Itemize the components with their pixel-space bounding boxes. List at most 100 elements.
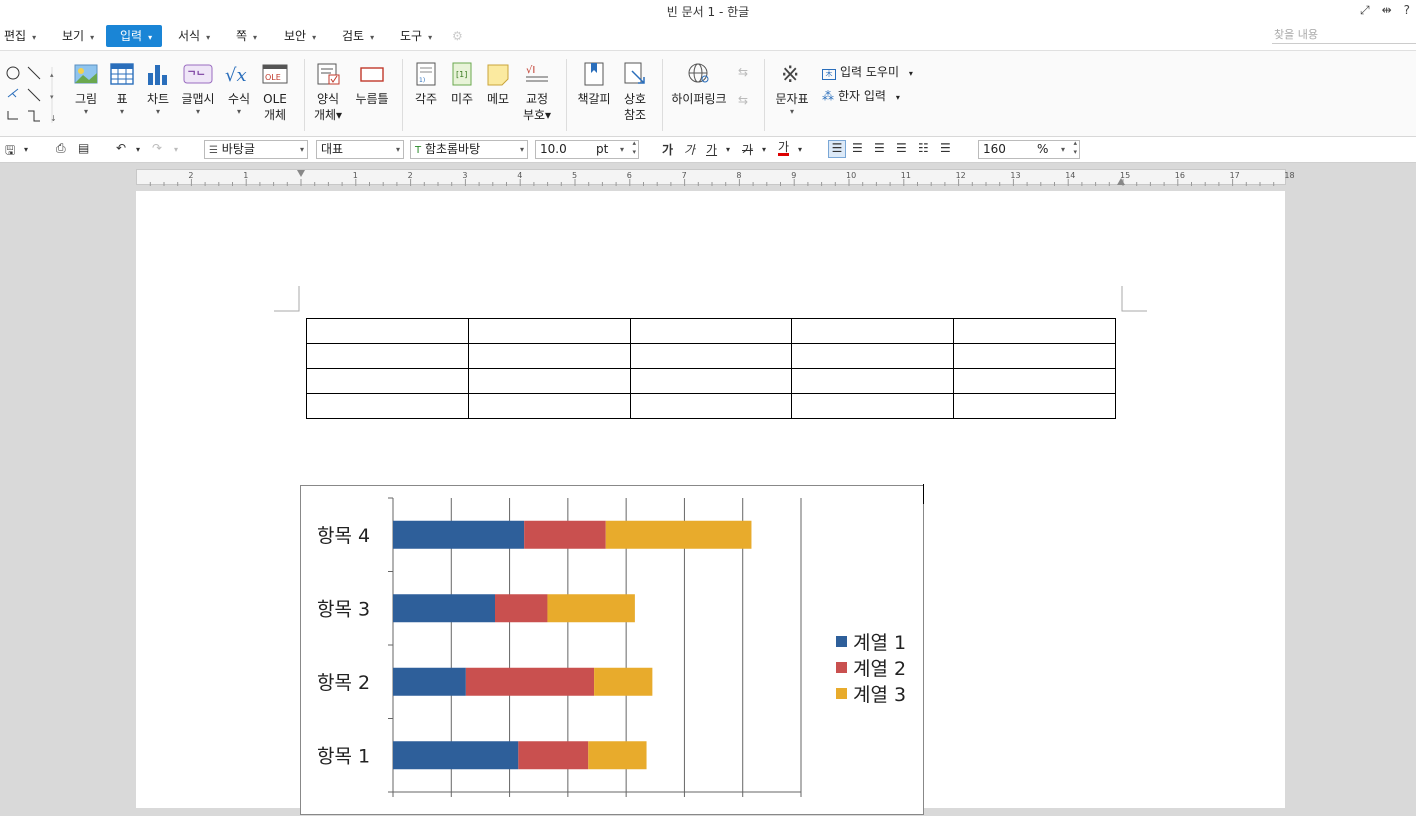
margin-corner-top-right — [1121, 286, 1147, 312]
font-color-icon[interactable]: 가 — [778, 141, 790, 156]
table-cell[interactable] — [629, 368, 793, 394]
underline-icon[interactable]: 가 — [706, 141, 717, 158]
style-select[interactable]: ☰ 바탕글 ▾ — [204, 140, 308, 159]
print-icon[interactable]: ⎙ — [56, 141, 66, 156]
menu-security[interactable]: 보안 ▾ — [280, 25, 320, 47]
resize-width-icon[interactable]: ⇹ — [1382, 3, 1392, 18]
input-helper-button[interactable]: 木 입력 도우미 ▾ — [822, 63, 913, 80]
table-cell[interactable] — [953, 318, 1116, 344]
align-center-icon[interactable]: ☰ — [874, 141, 885, 155]
insert-cross-reference-button[interactable]: 상호 참조 — [620, 61, 650, 123]
menu-review[interactable]: 검토 ▾ — [338, 25, 378, 47]
table-cell[interactable] — [791, 393, 955, 419]
footnote-icon: 1) — [416, 62, 436, 86]
shapes-gallery[interactable]: ▴ ▾ ↓ — [4, 63, 60, 127]
insert-proof-mark-button[interactable]: √I 교정 부호▾ — [520, 61, 554, 123]
document-page[interactable]: 항목 1 항목 2 항목 3 항목 4 계열 1 계열 2 계열 3 — [136, 191, 1285, 815]
redo-menu-chevron-icon[interactable]: ▾ — [174, 145, 178, 154]
hanja-input-button[interactable]: ⁂ 한자 입력 ▾ — [822, 87, 900, 104]
save-icon[interactable]: 🖫 — [5, 141, 15, 162]
insert-table-button[interactable]: 표 ▾ — [108, 61, 136, 117]
zoom-stepper-icon[interactable]: ▴ ▾ — [1073, 139, 1077, 157]
align-left-icon[interactable]: ☰ — [852, 141, 863, 155]
chart-bar — [588, 741, 647, 770]
language-select[interactable]: 대표 ▾ — [316, 140, 404, 159]
font-color-menu-chevron-icon[interactable]: ▾ — [798, 145, 802, 154]
insert-glyph-art-button[interactable]: ᄀᄂ 글맵시 ▾ — [180, 61, 216, 117]
margin-corner-top-left — [274, 286, 300, 312]
insert-endnote-button[interactable]: [1] 미주 — [448, 61, 476, 107]
horizontal-ruler[interactable]: 2 1 1 2 3 4 5 6 7 8 9 10 11 12 13 14 15 16 17 18 — [136, 169, 1295, 186]
menu-format[interactable]: 서식 ▾ — [174, 25, 214, 47]
hanja-label: 한자 입력 — [838, 89, 886, 103]
table-cell[interactable] — [953, 343, 1116, 369]
table-cell[interactable] — [953, 393, 1116, 419]
svg-text:※: ※ — [781, 63, 799, 87]
table-cell[interactable] — [306, 393, 469, 419]
search-input[interactable]: 찾을 내용 — [1272, 26, 1416, 44]
table-cell[interactable] — [629, 393, 793, 419]
table-row — [306, 368, 1116, 394]
font-select[interactable]: T 함초롬바탕 ▾ — [410, 140, 528, 159]
insert-hyperlink-button[interactable]: 하이퍼링크 — [670, 61, 728, 107]
table-cell[interactable] — [467, 343, 631, 369]
table-cell[interactable] — [306, 343, 469, 369]
font-size-stepper-icon[interactable]: ▴ ▾ — [632, 139, 636, 157]
zoom-input[interactable]: 160 % ▾ ▴ ▾ — [978, 139, 1080, 159]
menu-view[interactable]: 보기 ▾ — [58, 25, 98, 47]
table-cell[interactable] — [467, 318, 631, 344]
text-cursor — [923, 484, 924, 504]
align-justify-icon[interactable]: ☰ — [828, 140, 846, 158]
menu-edit[interactable]: 편집 ▾ — [0, 25, 40, 47]
insert-memo-button[interactable]: 메모 — [484, 61, 512, 107]
save-menu-chevron-icon[interactable]: ▾ — [24, 145, 28, 154]
undo-menu-chevron-icon[interactable]: ▾ — [136, 145, 140, 154]
redo-icon[interactable]: ↷ — [152, 141, 162, 155]
undo-icon[interactable]: ↶ — [116, 141, 126, 155]
insert-formula-button[interactable]: √x 수식 ▾ — [224, 61, 254, 117]
strikethrough-icon[interactable]: 가 — [742, 141, 753, 158]
table-cell[interactable] — [629, 343, 793, 369]
link-disabled-icon: ⇆ ⇆ — [738, 65, 749, 107]
table-cell[interactable] — [953, 368, 1116, 394]
menu-page[interactable]: 쪽 ▾ — [232, 25, 261, 47]
insert-press-field-button[interactable]: 누름틀 — [354, 61, 390, 107]
table-cell[interactable] — [467, 393, 631, 419]
insert-symbols-button[interactable]: ※ 문자표 ▾ — [774, 61, 810, 117]
document-table[interactable] — [306, 318, 1116, 419]
help-icon[interactable]: ? — [1404, 3, 1410, 18]
svg-text:1): 1) — [419, 77, 425, 84]
ruler-number: 14 — [1065, 171, 1076, 180]
align-divide-icon[interactable]: ☰ — [940, 141, 951, 155]
legend-label: 계열 3 — [853, 683, 907, 706]
insert-bookmark-button[interactable]: 책갈피 — [576, 61, 612, 107]
table-cell[interactable] — [629, 318, 793, 344]
insert-ole-button[interactable]: OLE OLE 개체 — [262, 61, 288, 123]
menu-label: 검토 — [342, 29, 365, 43]
insert-footnote-button[interactable]: 1) 각주 — [412, 61, 440, 107]
legend-swatch — [836, 635, 847, 647]
preview-icon[interactable]: ▤ — [78, 141, 89, 155]
underline-menu-chevron-icon[interactable]: ▾ — [726, 145, 730, 154]
insert-form-object-button[interactable]: 양식 개체▾ — [312, 61, 344, 123]
table-cell[interactable] — [791, 368, 955, 394]
align-right-icon[interactable]: ☰ — [896, 141, 907, 155]
table-cell[interactable] — [306, 318, 469, 344]
left-indent-marker-icon[interactable] — [297, 170, 305, 177]
italic-icon[interactable]: 가 — [684, 141, 695, 158]
table-cell[interactable] — [791, 343, 955, 369]
chart-object[interactable]: 항목 1 항목 2 항목 3 항목 4 계열 1 계열 2 계열 3 — [300, 485, 924, 815]
fullscreen-icon[interactable]: ⤢ — [1360, 3, 1370, 18]
table-cell[interactable] — [791, 318, 955, 344]
insert-picture-button[interactable]: 그림 ▾ — [72, 61, 100, 117]
strike-menu-chevron-icon[interactable]: ▾ — [762, 145, 766, 154]
align-distribute-icon[interactable]: ☷ — [918, 141, 929, 155]
insert-chart-button[interactable]: 차트 ▾ — [144, 61, 172, 117]
bold-icon[interactable]: 가 — [662, 141, 673, 158]
table-cell[interactable] — [306, 368, 469, 394]
chart-bar — [547, 594, 635, 623]
menu-tools[interactable]: 도구 ▾ — [396, 25, 436, 47]
table-cell[interactable] — [467, 368, 631, 394]
font-size-input[interactable]: 10.0 pt ▾ ▴ ▾ — [535, 139, 639, 159]
menu-insert[interactable]: 입력 ▾ — [106, 25, 162, 47]
